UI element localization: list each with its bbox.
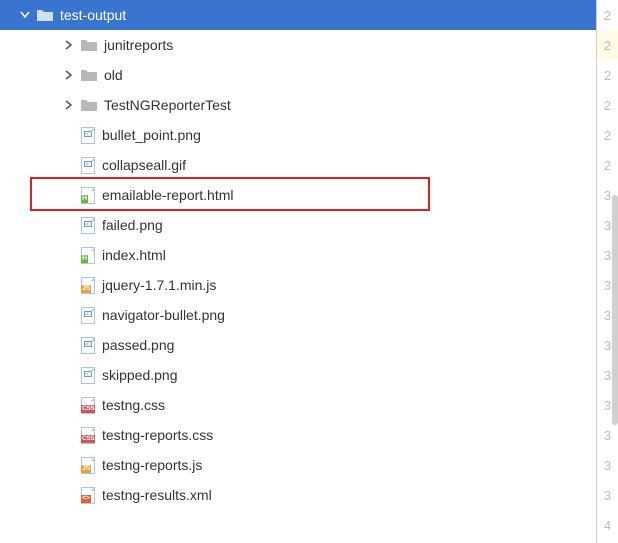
file-icon: CSS bbox=[80, 426, 96, 444]
tree-item-label: emailable-report.html bbox=[102, 187, 234, 203]
tree-item-label: TestNGReporterTest bbox=[104, 97, 231, 113]
file-icon bbox=[80, 336, 96, 354]
chevron-down-icon[interactable] bbox=[18, 10, 32, 20]
file-icon: CSS bbox=[80, 396, 96, 414]
gutter-cell: 3 bbox=[597, 480, 618, 510]
tree-item-label: skipped.png bbox=[102, 367, 178, 383]
file-icon: <> bbox=[80, 486, 96, 504]
tree-item-label: old bbox=[104, 67, 123, 83]
folder-icon bbox=[80, 96, 98, 114]
chevron-right-icon[interactable] bbox=[62, 40, 76, 50]
file-icon bbox=[80, 216, 96, 234]
file-icon bbox=[80, 156, 96, 174]
tree-file[interactable]: JS testng-reports.js bbox=[0, 450, 596, 480]
tree-folder[interactable]: TestNGReporterTest bbox=[0, 90, 596, 120]
chevron-right-icon[interactable] bbox=[62, 100, 76, 110]
file-icon bbox=[80, 366, 96, 384]
folder-icon bbox=[36, 6, 54, 24]
tree-file[interactable]: Hemailable-report.html bbox=[0, 180, 596, 210]
folder-icon bbox=[80, 36, 98, 54]
tree-file[interactable]: <> testng-results.xml bbox=[0, 480, 596, 510]
file-icon: JS bbox=[80, 276, 96, 294]
tree-file[interactable]: JS jquery-1.7.1.min.js bbox=[0, 270, 596, 300]
tree-file[interactable]: skipped.png bbox=[0, 360, 596, 390]
scrollbar-thumb[interactable] bbox=[612, 195, 618, 425]
tree-file[interactable]: collapseall.gif bbox=[0, 150, 596, 180]
gutter-cell: 2 bbox=[597, 120, 618, 150]
tree-file[interactable]: CSS testng-reports.css bbox=[0, 420, 596, 450]
chevron-right-icon[interactable] bbox=[62, 70, 76, 80]
tree-item-label: passed.png bbox=[102, 337, 174, 353]
file-icon: H bbox=[80, 186, 96, 204]
tree-item-label: index.html bbox=[102, 247, 166, 263]
gutter-cell: 2 bbox=[597, 30, 618, 60]
gutter-cell: 2 bbox=[597, 90, 618, 120]
tree-item-label: failed.png bbox=[102, 217, 163, 233]
file-icon bbox=[80, 126, 96, 144]
tree-item-label: test-output bbox=[60, 7, 126, 23]
tree-item-label: junitreports bbox=[104, 37, 173, 53]
tree-item-label: testng.css bbox=[102, 397, 165, 413]
gutter-cell: 2 bbox=[597, 150, 618, 180]
gutter-cell: 3 bbox=[597, 450, 618, 480]
tree-item-label: testng-reports.css bbox=[102, 427, 213, 443]
tree-file[interactable]: Hindex.html bbox=[0, 240, 596, 270]
tree-file[interactable]: failed.png bbox=[0, 210, 596, 240]
gutter-cell: 2 bbox=[597, 0, 618, 30]
tree-file[interactable]: passed.png bbox=[0, 330, 596, 360]
tree-folder[interactable]: junitreports bbox=[0, 30, 596, 60]
tree-item-label: testng-reports.js bbox=[102, 457, 202, 473]
file-icon: H bbox=[80, 246, 96, 264]
file-tree[interactable]: test-output junitreports old TestNGReporter… bbox=[0, 0, 596, 543]
file-icon bbox=[80, 306, 96, 324]
gutter-cell: 2 bbox=[597, 60, 618, 90]
tree-file[interactable]: bullet_point.png bbox=[0, 120, 596, 150]
tree-item-label: jquery-1.7.1.min.js bbox=[102, 277, 216, 293]
tree-item-label: navigator-bullet.png bbox=[102, 307, 225, 323]
line-gutter: 222222333333333334 bbox=[596, 0, 618, 543]
tree-item-label: testng-results.xml bbox=[102, 487, 212, 503]
file-icon: JS bbox=[80, 456, 96, 474]
folder-icon bbox=[80, 66, 98, 84]
tree-folder[interactable]: old bbox=[0, 60, 596, 90]
tree-item-label: collapseall.gif bbox=[102, 157, 186, 173]
tree-root[interactable]: test-output bbox=[0, 0, 596, 30]
tree-file[interactable]: navigator-bullet.png bbox=[0, 300, 596, 330]
gutter-cell: 4 bbox=[597, 510, 618, 540]
tree-item-label: bullet_point.png bbox=[102, 127, 201, 143]
tree-file[interactable]: CSS testng.css bbox=[0, 390, 596, 420]
